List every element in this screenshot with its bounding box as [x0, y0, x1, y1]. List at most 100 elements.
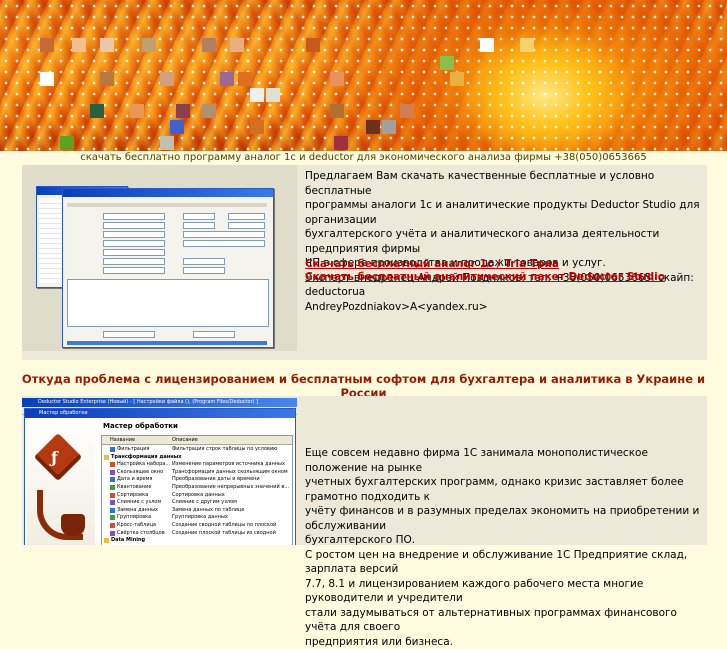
- wizard-row-desc: Преобразование даты и времени: [172, 476, 260, 482]
- wizard-row-name: Кросс-таблица: [117, 522, 156, 528]
- wizard-row-name: Трансформация данных: [111, 454, 181, 460]
- banner-mosaic-square: [306, 38, 320, 52]
- wizard-list-row[interactable]: Фильтрация Фильтрация строк таблицы по ус…: [102, 446, 292, 453]
- article-line: бухгалтерского ПО.: [305, 533, 705, 548]
- wizard-row-desc: Слияние с другим узлом: [172, 499, 237, 505]
- node-icon: [110, 500, 115, 505]
- wizard-row-desc: Создание плоской таблицы из сводной: [172, 530, 276, 536]
- wizard-list-row[interactable]: Data Mining: [102, 537, 292, 544]
- intro-line: AndreyPozdniakov>A<yandex.ru>: [305, 300, 705, 315]
- wizard-list-row[interactable]: Квантование Преобразование непрерывных зн…: [102, 484, 292, 491]
- wizard-list-row[interactable]: Слияние с узлом Слияние с другим узлом: [102, 499, 292, 506]
- banner-mosaic-square: [266, 88, 280, 102]
- banner-mosaic-square: [90, 104, 104, 118]
- banner-mosaic-square: [160, 72, 174, 86]
- group-folder-icon: [104, 538, 109, 543]
- wizard-row-name: Сортировка: [117, 492, 148, 498]
- wizard-row-name: Слияние с узлом: [117, 499, 161, 505]
- banner-mosaic-square: [334, 136, 348, 150]
- banner-mosaic-square: [520, 38, 534, 52]
- wizard-row-desc: Создание сводной таблицы по плоской: [172, 522, 276, 528]
- node-icon: [110, 531, 115, 536]
- node-icon: [110, 493, 115, 498]
- deductor-studio-screenshot: Deductor Studio Enterprise (Новый) - [ Н…: [22, 396, 297, 545]
- node-icon: [110, 515, 115, 520]
- intro-line: бухгалтерского учёта и аналитического ан…: [305, 227, 705, 256]
- banner-mosaic-square: [330, 72, 344, 86]
- wizard-row-desc: Замена данных по таблице: [172, 507, 245, 513]
- banner-mosaic-square: [230, 38, 244, 52]
- article-line: 7.7, 8.1 и лицензированием каждого рабоч…: [305, 577, 705, 606]
- banner-mosaic-square: [176, 104, 190, 118]
- banner-mosaic-square: [220, 72, 234, 86]
- wizard-row-desc: Трансформация данных скользящим окном: [172, 469, 288, 475]
- wizard-list-row[interactable]: Настройка набора...Изменение параметров …: [102, 461, 292, 468]
- wizard-row-desc: Преобразование непрерывных значений в...: [172, 484, 289, 490]
- wizard-row-name: Дата и время: [117, 476, 152, 482]
- header-banner-image: [0, 0, 727, 151]
- wizard-list-row[interactable]: Замена данных Замена данных по таблице: [102, 507, 292, 514]
- wizard-list-row[interactable]: СортировкаСортировка данных: [102, 492, 292, 499]
- wizard-row-desc: Фильтрация строк таблицы по условию: [172, 446, 277, 452]
- wizard-list-row[interactable]: Группировка Группировка данных: [102, 514, 292, 521]
- banner-mosaic-square: [366, 120, 380, 134]
- wizard-list-row[interactable]: Кросс-таблица Создание сводной таблицы по…: [102, 522, 292, 529]
- banner-mosaic-square: [60, 136, 74, 150]
- screenshot-wizard-window: Мастер обработки ƒ Мастер обработки Назв…: [24, 408, 296, 545]
- download-tria-link[interactable]: Скачать бесплатный аналог 1с / Tria Триа: [305, 258, 559, 270]
- article-body: Еще совсем недавно фирма 1С занимала мон…: [305, 446, 705, 649]
- node-icon: [110, 523, 115, 528]
- wizard-row-name: Свёртка столбцов: [117, 530, 165, 536]
- banner-mosaic-square: [330, 104, 344, 118]
- banner-mosaic-square: [250, 120, 264, 134]
- wizard-row-name: Data Mining: [111, 537, 145, 543]
- wizard-logo-icon: ƒ: [51, 448, 65, 466]
- article-line: стали задумываться от альтернативных про…: [305, 606, 705, 635]
- article-line: учёту финансов и в разумных пределах эко…: [305, 504, 705, 533]
- banner-mosaic-square: [450, 72, 464, 86]
- wizard-list-row[interactable]: Скользящее окно Трансформация данных скол…: [102, 469, 292, 476]
- wizard-list-row[interactable]: Трансформация данных: [102, 454, 292, 461]
- banner-mosaic-square: [238, 72, 252, 86]
- node-icon: [110, 485, 115, 490]
- intro-line: программы аналоги 1с и аналитические про…: [305, 198, 705, 227]
- banner-mosaic-square: [142, 38, 156, 52]
- banner-mosaic-square: [130, 104, 144, 118]
- wizard-row-name: Настройка набора...: [117, 461, 170, 467]
- banner-mosaic-square: [100, 38, 114, 52]
- wizard-row-desc: Изменение параметров источника данных: [172, 461, 285, 467]
- banner-mosaic-square: [382, 120, 396, 134]
- article-line: Еще совсем недавно фирма 1С занимала мон…: [305, 446, 705, 475]
- wizard-list-row[interactable]: Свёртка столбцов Создание плоской таблицы…: [102, 530, 292, 537]
- node-icon: [110, 447, 115, 452]
- banner-mosaic-square: [202, 38, 216, 52]
- article-line: предприятия или бизнеса.: [305, 635, 705, 649]
- screenshot-grid-area: [67, 279, 269, 327]
- wizard-row-desc: Группировка данных: [172, 514, 228, 520]
- banner-mosaic-square: [170, 120, 184, 134]
- banner-mosaic-square: [440, 56, 454, 70]
- wizard-row-name: Замена данных: [117, 507, 158, 513]
- node-icon: [110, 508, 115, 513]
- intro-line: Предлагаем Вам скачать качественные бесп…: [305, 169, 705, 198]
- wizard-list-row[interactable]: Дата и время Преобразование даты и времен…: [102, 476, 292, 483]
- banner-mosaic-square: [100, 72, 114, 86]
- intro-text: Предлагаем Вам скачать качественные бесп…: [305, 169, 705, 314]
- group-folder-icon: [104, 455, 109, 460]
- wizard-list[interactable]: Название Описание ФильтрацияФильтрация с…: [101, 435, 293, 545]
- download-deductor-link[interactable]: Скачать бесплатный аналитический пакет D…: [305, 271, 665, 283]
- node-icon: [110, 477, 115, 482]
- screenshot-app-titlebar: Deductor Studio Enterprise (Новый) - [ Н…: [22, 398, 297, 407]
- wizard-side-graphic: ƒ: [27, 420, 95, 545]
- node-icon: [110, 470, 115, 475]
- banner-mosaic-square: [202, 104, 216, 118]
- wizard-row-name: Квантование: [117, 484, 151, 490]
- wizard-row-name: Фильтрация: [117, 446, 150, 452]
- wizard-header: Мастер обработки: [103, 423, 178, 429]
- wizard-titlebar: Мастер обработки: [25, 409, 295, 418]
- node-icon: [110, 462, 115, 467]
- article-line: С ростом цен на внедрение и обслуживание…: [305, 548, 705, 577]
- banner-mosaic-square: [40, 38, 54, 52]
- wizard-row-name: Группировка: [117, 514, 151, 520]
- wizard-row-name: Скользящее окно: [117, 469, 163, 475]
